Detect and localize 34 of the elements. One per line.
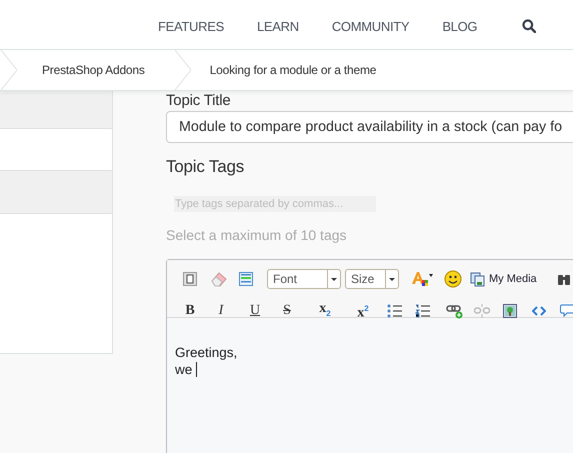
text-color-icon[interactable] [411,271,433,287]
title-input[interactable]: Module to compare product availability in a stock (can pay fo [166,111,573,143]
superscript-button[interactable]: x$^{2}$ [354,302,372,320]
editor-text: Greetings, we [175,344,238,378]
font-dropdown[interactable]: Font [267,269,341,289]
field-label: Topic Title [166,92,232,110]
section-heading: Topic Tags [166,157,246,177]
bold-button[interactable]: B [183,304,197,318]
breadcrumb-link[interactable]: PrestaShop Addons [42,63,145,77]
size-dropdown[interactable]: Size [345,269,399,289]
strikethrough-button[interactable]: S [280,304,294,318]
blocks-icon[interactable] [238,271,254,287]
link-icon[interactable] [446,303,464,319]
template-icon[interactable] [183,272,197,286]
italic-button[interactable]: I [214,304,228,318]
media-button[interactable]: My Media [470,272,537,286]
numbered-list-icon[interactable] [415,304,431,318]
bullet-list-icon[interactable] [387,304,403,318]
speech-bubble-icon[interactable] [560,304,573,318]
nav-link[interactable]: FEATURES [158,15,224,34]
code-icon[interactable] [532,306,546,316]
search-icon[interactable] [522,18,536,32]
text-cursor [196,362,198,377]
nav-link[interactable]: BLOG [442,15,478,34]
subscript-button[interactable]: x$_{2}$ [316,302,334,320]
hint-text: Select a maximum of 10 tags [166,227,348,244]
image-icon[interactable] [503,304,517,318]
media-icon [470,272,485,286]
nav-link[interactable]: LEARN [256,15,299,34]
binoculars-icon[interactable] [556,272,571,286]
underline-button[interactable]: U [248,304,262,318]
breadcrumb-link[interactable]: Looking for a module or a theme [210,63,376,77]
smiley-icon[interactable] [444,270,462,288]
nav-link[interactable]: COMMUNITY [332,15,410,34]
